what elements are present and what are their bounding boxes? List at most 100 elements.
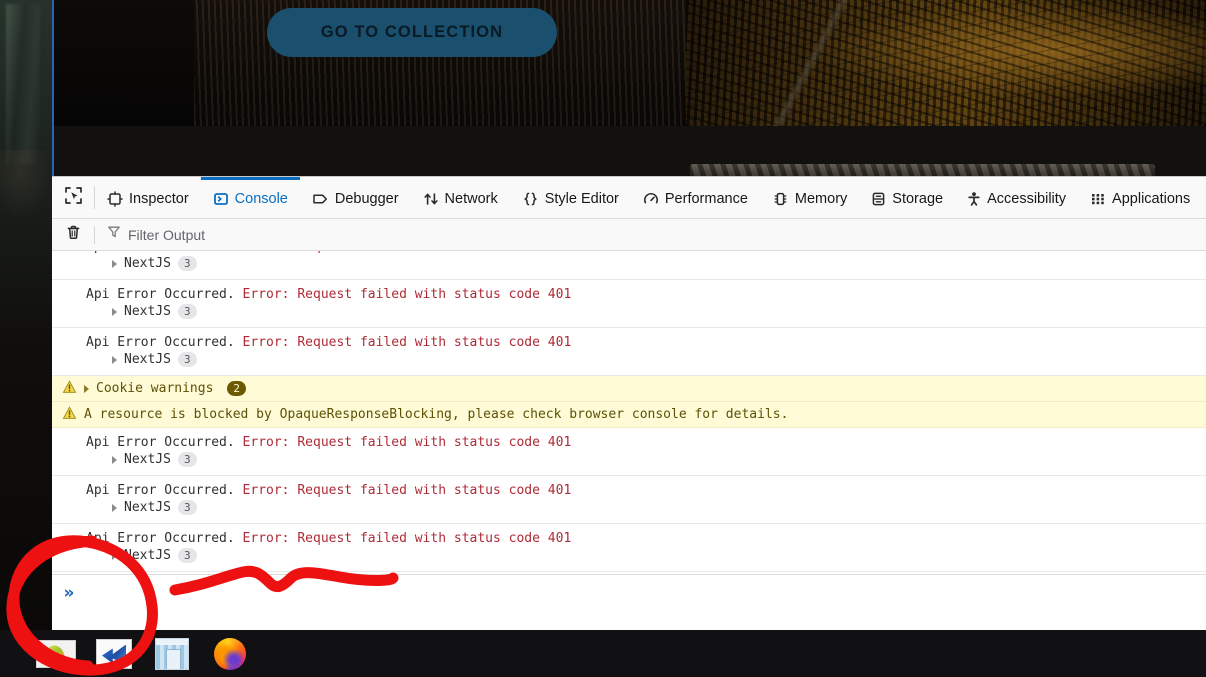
go-to-collection-button[interactable]: GO TO COLLECTION bbox=[267, 8, 557, 57]
stack-frame-label: NextJS bbox=[124, 256, 171, 271]
tab-console[interactable]: Console bbox=[200, 177, 300, 218]
console-error-message: Api Error Occurred. Error: Request faile… bbox=[86, 280, 1206, 304]
console-row-error[interactable]: Api Error Occurred. Error: Request faile… bbox=[52, 328, 1206, 376]
tab-storage-label: Storage bbox=[892, 190, 944, 207]
screenshot-root: GO TO COLLECTION Inspector Console Debug… bbox=[0, 0, 1206, 677]
tab-accessibility[interactable]: Accessibility bbox=[955, 177, 1078, 218]
console-row-error[interactable]: Api Error Occurred. Error: Request faile… bbox=[52, 428, 1206, 476]
trash-icon bbox=[65, 224, 82, 246]
stack-count-badge: 3 bbox=[177, 352, 197, 367]
inspector-icon bbox=[107, 191, 123, 207]
element-picker-button[interactable] bbox=[52, 177, 94, 218]
tab-memory[interactable]: Memory bbox=[760, 177, 859, 218]
applications-icon bbox=[1090, 191, 1106, 207]
console-prompt[interactable]: » bbox=[52, 574, 1206, 630]
console-rows: Api Error Occurred. Error: Request faile… bbox=[52, 251, 1206, 572]
console-stack-row[interactable]: NextJS 3 bbox=[86, 352, 1206, 375]
expand-triangle-icon[interactable] bbox=[112, 503, 117, 512]
taskbar-item-firefox-app[interactable] bbox=[210, 637, 250, 671]
filterbar-separator bbox=[94, 225, 95, 244]
warning-count-badge: 2 bbox=[227, 381, 247, 396]
console-filter-bar bbox=[52, 219, 1206, 251]
stack-count-badge: 3 bbox=[177, 500, 197, 515]
blue-document-icon bbox=[96, 638, 132, 669]
console-prompt-chevron-icon[interactable]: » bbox=[52, 583, 86, 603]
error-prefix: Api Error Occurred. bbox=[86, 435, 235, 450]
os-taskbar bbox=[0, 630, 1206, 677]
taskbar-item-image-thumbnail-app[interactable] bbox=[36, 637, 76, 671]
network-icon bbox=[423, 191, 439, 207]
console-row-error[interactable]: Api Error Occurred. Error: Request faile… bbox=[52, 524, 1206, 572]
console-row-error[interactable]: Api Error Occurred. Error: Request faile… bbox=[52, 476, 1206, 524]
stack-count-badge: 3 bbox=[177, 256, 197, 271]
console-prompt-input[interactable] bbox=[86, 583, 1206, 603]
devtools-tabs: Inspector Console Debugger Network Style… bbox=[95, 177, 1202, 218]
tab-memory-label: Memory bbox=[794, 190, 848, 207]
stack-count-badge: 3 bbox=[177, 304, 197, 319]
error-detail: Error: Request failed with status code 4… bbox=[243, 251, 572, 254]
error-prefix: Api Error Occurred. bbox=[86, 483, 235, 498]
tab-performance[interactable]: Performance bbox=[631, 177, 760, 218]
stack-frame-label: NextJS bbox=[124, 500, 171, 515]
hero-banner: GO TO COLLECTION bbox=[54, 0, 1206, 126]
console-output[interactable]: Api Error Occurred. Error: Request faile… bbox=[52, 251, 1206, 630]
warning-group-label: Cookie warnings bbox=[96, 381, 214, 396]
console-stack-row[interactable]: NextJS 3 bbox=[86, 256, 1206, 279]
hero-texture-left bbox=[54, 0, 204, 126]
tab-storage[interactable]: Storage bbox=[859, 177, 955, 218]
stack-frame-label: NextJS bbox=[124, 548, 171, 563]
filter-icon bbox=[107, 225, 121, 244]
expand-triangle-icon[interactable] bbox=[112, 551, 117, 560]
page-left-strip bbox=[0, 0, 52, 630]
error-prefix: Api Error Occurred. bbox=[86, 335, 235, 350]
tab-inspector[interactable]: Inspector bbox=[95, 177, 201, 218]
stack-count-badge: 3 bbox=[177, 452, 197, 467]
console-row-warning-group[interactable]: Cookie warnings 2 bbox=[52, 376, 1206, 402]
tab-console-label: Console bbox=[234, 190, 288, 207]
console-stack-row[interactable]: NextJS 3 bbox=[86, 500, 1206, 523]
style-editor-icon bbox=[522, 191, 539, 207]
console-stack-row[interactable]: NextJS 3 bbox=[86, 304, 1206, 327]
tab-performance-label: Performance bbox=[664, 190, 748, 207]
error-detail: Error: Request failed with status code 4… bbox=[242, 531, 572, 546]
tab-network[interactable]: Network bbox=[411, 177, 510, 218]
console-row-error[interactable]: Api Error Occurred. Error: Request faile… bbox=[52, 280, 1206, 328]
tab-accessibility-label: Accessibility bbox=[987, 190, 1067, 207]
expand-triangle-icon[interactable] bbox=[112, 355, 117, 364]
taskbar-item-photos-app[interactable] bbox=[152, 637, 192, 671]
expand-triangle-icon[interactable] bbox=[112, 259, 117, 268]
tab-applications[interactable]: Applications bbox=[1078, 177, 1202, 218]
console-stack-row[interactable]: NextJS 3 bbox=[86, 452, 1206, 475]
storage-icon bbox=[871, 191, 886, 207]
firefox-icon bbox=[214, 637, 246, 670]
filter-output-group bbox=[107, 223, 1206, 247]
devtools-panel: Inspector Console Debugger Network Style… bbox=[52, 176, 1206, 630]
expand-triangle-icon[interactable] bbox=[112, 455, 117, 464]
error-detail: Error: Request failed with status code 4… bbox=[242, 435, 572, 450]
console-error-message: Api Error Occurred. Error: Request faile… bbox=[86, 328, 1206, 352]
error-prefix: Api Error Occurred. bbox=[86, 287, 235, 302]
tab-network-label: Network bbox=[444, 190, 498, 207]
expand-triangle-icon[interactable] bbox=[84, 384, 89, 393]
accessibility-icon bbox=[967, 191, 981, 207]
tab-debugger[interactable]: Debugger bbox=[300, 177, 411, 218]
taskbar-item-editor-app[interactable] bbox=[94, 637, 134, 671]
warning-triangle-icon bbox=[62, 379, 77, 398]
error-detail: Error: Request failed with status code 4… bbox=[242, 483, 572, 498]
memory-icon bbox=[772, 191, 789, 207]
tab-style-editor[interactable]: Style Editor bbox=[510, 177, 631, 218]
expand-triangle-icon[interactable] bbox=[112, 307, 117, 316]
clear-console-button[interactable] bbox=[52, 219, 94, 251]
console-row-warning[interactable]: A resource is blocked by OpaqueResponseB… bbox=[52, 402, 1206, 428]
console-error-message: Api Error Occurred. Error: Request faile… bbox=[86, 524, 1206, 548]
stack-frame-label: NextJS bbox=[124, 352, 171, 367]
console-error-message: Api Error Occurred. Error: Request faile… bbox=[86, 428, 1206, 452]
console-icon bbox=[213, 191, 229, 207]
stack-frame-label: NextJS bbox=[124, 304, 171, 319]
devtools-toolbar: Inspector Console Debugger Network Style… bbox=[52, 177, 1206, 219]
stack-count-badge: 3 bbox=[177, 548, 197, 563]
debugger-icon bbox=[312, 191, 329, 207]
console-row-error[interactable]: Api Error Occurred. Error: Request faile… bbox=[52, 251, 1206, 280]
console-stack-row[interactable]: NextJS 3 bbox=[86, 548, 1206, 571]
filter-output-input[interactable] bbox=[128, 226, 428, 243]
